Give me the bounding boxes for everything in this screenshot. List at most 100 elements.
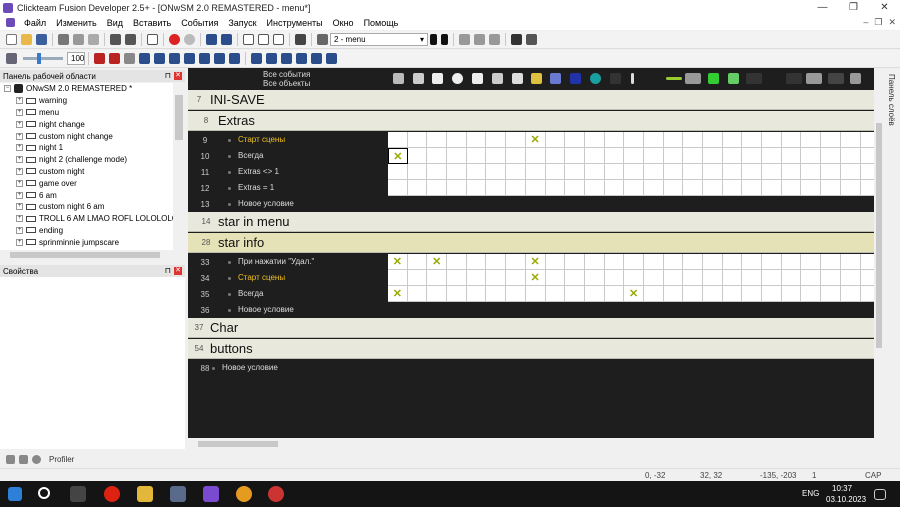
action-cell[interactable]	[565, 254, 585, 270]
event-icon-c[interactable]	[169, 53, 180, 64]
action-cell[interactable]	[525, 180, 546, 196]
minimize-button[interactable]: —	[807, 0, 838, 15]
frame-icon[interactable]	[124, 53, 135, 64]
new-condition-row[interactable]: 13 Новое условие	[188, 196, 874, 212]
pin-icon[interactable]: ⊓	[165, 71, 171, 80]
action-cell[interactable]	[840, 132, 861, 148]
star-icon[interactable]	[708, 73, 719, 84]
expand-icon[interactable]: +	[16, 203, 23, 211]
sound-object-icon[interactable]	[413, 73, 424, 84]
help-icon[interactable]	[147, 34, 158, 45]
action-cell[interactable]	[545, 286, 566, 302]
save-icon[interactable]	[36, 34, 47, 45]
restore-button[interactable]: ❐	[838, 0, 869, 15]
action-cell[interactable]	[506, 132, 526, 148]
action-cell[interactable]	[703, 270, 723, 286]
action-cell[interactable]	[486, 286, 507, 302]
action-cell[interactable]	[388, 180, 408, 196]
event-condition-row[interactable]: 11 Extras <> 1	[188, 164, 874, 180]
action-cell[interactable]	[821, 254, 841, 270]
clock-icon[interactable]	[32, 454, 41, 464]
event-group[interactable]: 37 Char	[188, 318, 874, 338]
expand-icon[interactable]: +	[16, 179, 23, 187]
action-cell[interactable]	[840, 164, 861, 180]
next-frame-icon[interactable]	[441, 34, 448, 45]
action-cell[interactable]	[565, 270, 585, 286]
action-cell[interactable]	[624, 270, 644, 286]
mdi-restore-icon[interactable]: ❐	[874, 17, 882, 28]
align-icon[interactable]	[459, 34, 470, 45]
action-cell[interactable]	[781, 132, 802, 148]
layers-panel-tab[interactable]: Панель слоёв	[884, 68, 900, 449]
clickteam-fusion-icon[interactable]	[203, 486, 219, 502]
event-icon-e[interactable]	[199, 53, 210, 64]
new-condition-label[interactable]: Новое условие	[238, 305, 294, 314]
app-menu-icon[interactable]	[6, 18, 15, 27]
action-cell[interactable]	[683, 270, 703, 286]
action-cell[interactable]	[703, 132, 723, 148]
action-cell[interactable]	[860, 254, 874, 270]
action-cell[interactable]	[703, 254, 723, 270]
action-cell[interactable]	[801, 286, 822, 302]
action-cell[interactable]	[506, 270, 526, 286]
action-cell[interactable]	[683, 164, 703, 180]
action-cell[interactable]	[643, 254, 664, 270]
action-cell[interactable]	[486, 148, 507, 164]
action-cell[interactable]	[565, 132, 585, 148]
action-cell[interactable]	[545, 180, 566, 196]
action-cell[interactable]	[604, 132, 625, 148]
action-cell[interactable]	[584, 132, 605, 148]
action-cell[interactable]	[860, 148, 874, 164]
action-cell[interactable]	[722, 132, 743, 148]
condition-text[interactable]: Всегда	[238, 151, 263, 160]
new-condition-row[interactable]: 36 Новое условие	[188, 302, 874, 318]
action-cell[interactable]	[860, 270, 874, 286]
menu-tools[interactable]: Инструменты	[262, 18, 328, 28]
event-condition-row[interactable]: 10 Всегда ✕	[188, 148, 874, 164]
action-cell[interactable]	[840, 254, 861, 270]
menu-window[interactable]: Окно	[328, 18, 359, 28]
action-cell[interactable]	[781, 148, 802, 164]
windows-start-icon[interactable]	[8, 487, 22, 501]
action-cell[interactable]	[722, 164, 743, 180]
action-cell[interactable]	[683, 148, 703, 164]
action-cell[interactable]	[703, 286, 723, 302]
action-cell[interactable]	[565, 286, 585, 302]
event-icon-i[interactable]	[266, 53, 277, 64]
tree-scroll-thumb[interactable]	[175, 95, 183, 140]
action-cell[interactable]	[643, 180, 664, 196]
storyboard-object-icon[interactable]	[432, 73, 443, 84]
action-cell[interactable]	[466, 254, 487, 270]
player-object-icon[interactable]	[512, 73, 523, 84]
action-cell[interactable]	[762, 132, 782, 148]
action-cell[interactable]	[860, 164, 874, 180]
clock-date[interactable]: 03.10.2023	[826, 495, 866, 504]
event-condition-row[interactable]: 12 Extras = 1	[188, 180, 874, 196]
close-panel-icon[interactable]: ✕	[174, 267, 182, 275]
action-cell[interactable]	[801, 180, 822, 196]
event-icon-g[interactable]	[229, 53, 240, 64]
action-cell[interactable]	[722, 254, 743, 270]
action-cell[interactable]	[722, 148, 743, 164]
ini-object-icon[interactable]	[531, 73, 542, 84]
undo-icon[interactable]	[110, 34, 121, 45]
notifications-icon[interactable]	[874, 489, 886, 500]
action-cell[interactable]	[486, 180, 507, 196]
tree-frame[interactable]: + custom night change	[0, 130, 185, 142]
action-cell[interactable]	[683, 180, 703, 196]
action-cell[interactable]	[840, 148, 861, 164]
event-group[interactable]: 54 buttons	[188, 339, 874, 359]
frame-select[interactable]: 2 - menu ▾	[330, 33, 428, 46]
menu-insert[interactable]: Вставить	[128, 18, 176, 28]
action-cell[interactable]	[604, 286, 625, 302]
event-editor-icon[interactable]	[221, 34, 232, 45]
stop-icon[interactable]	[169, 34, 180, 45]
editor-scroll-thumb[interactable]	[876, 123, 882, 348]
action-cell[interactable]	[584, 148, 605, 164]
action-cell[interactable]	[762, 164, 782, 180]
recording-app-icon[interactable]	[268, 486, 284, 502]
action-cell[interactable]	[604, 164, 625, 180]
insert-event-icon[interactable]	[109, 53, 120, 64]
new-file-icon[interactable]	[6, 34, 17, 45]
action-cell[interactable]	[466, 132, 487, 148]
